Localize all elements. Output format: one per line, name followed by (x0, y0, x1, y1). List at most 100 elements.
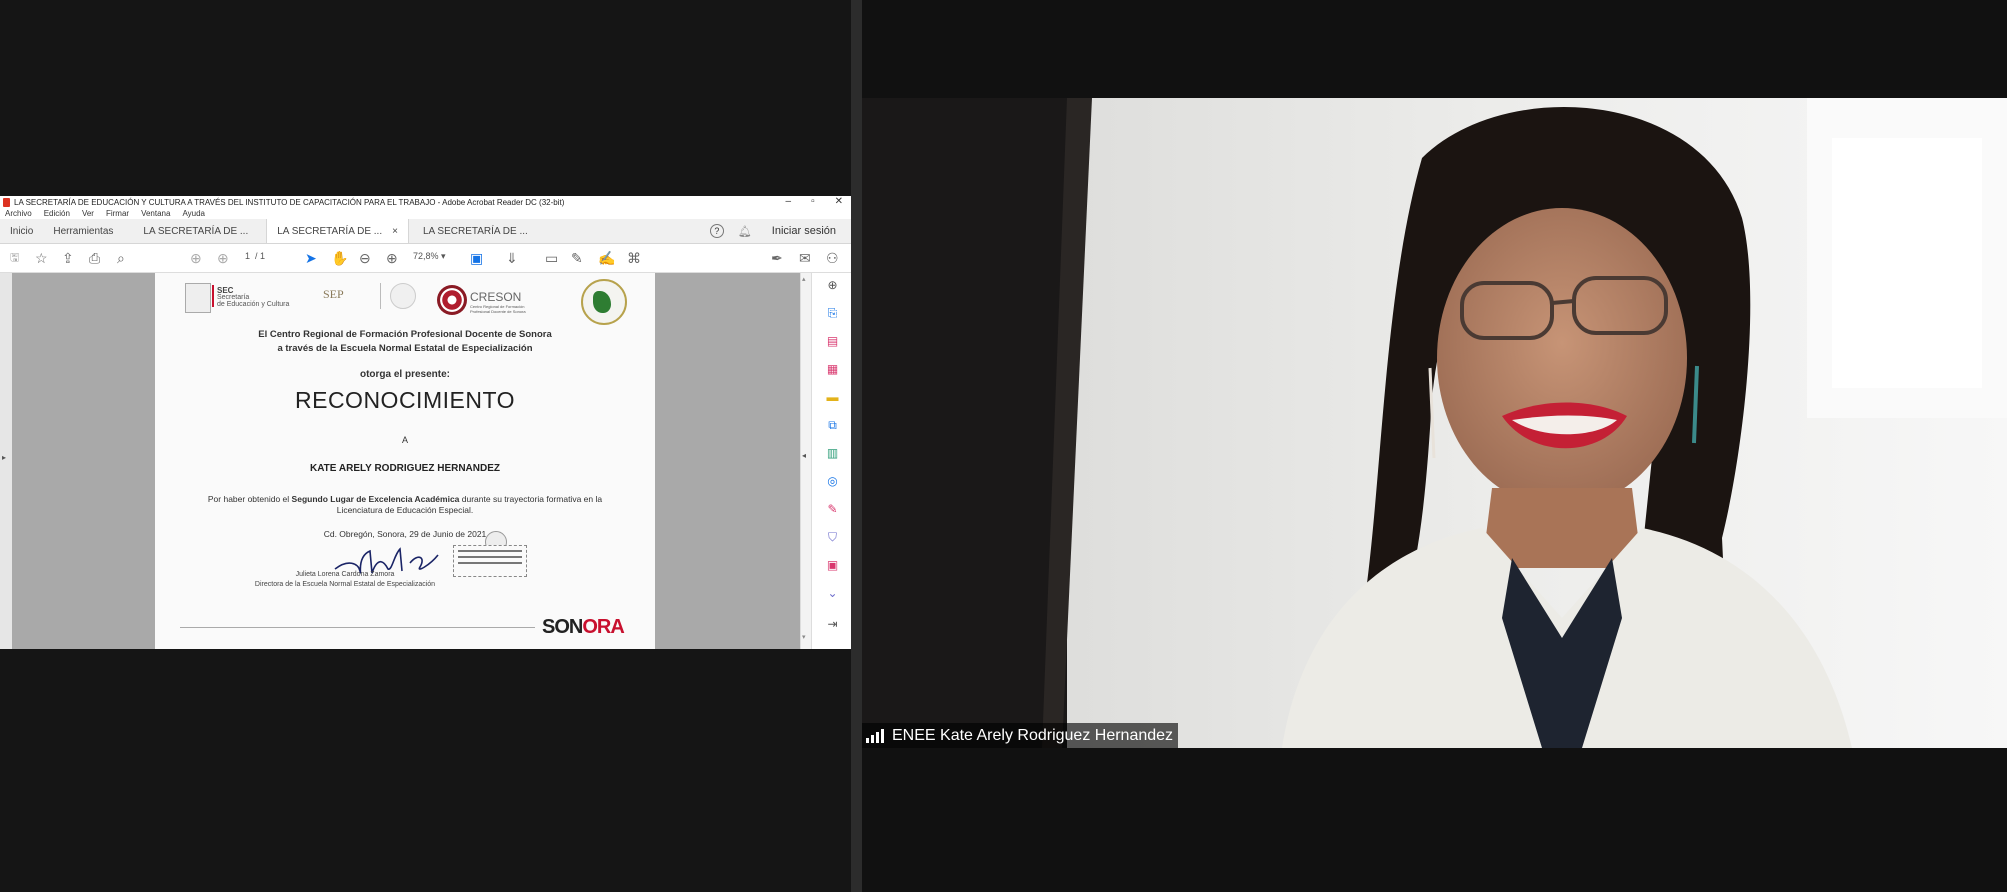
tab-document-1[interactable]: LA SECRETARÍA DE ... (123, 219, 258, 243)
scroll-down-icon[interactable]: ▾ (802, 633, 806, 641)
zoom-out-icon[interactable]: ⊖ (359, 250, 371, 266)
close-tab-icon[interactable]: × (392, 226, 398, 237)
tab-label: Herramientas (53, 225, 114, 237)
draw-icon[interactable]: ✍ (598, 250, 615, 266)
collapse-tools-icon[interactable]: ⇥ (826, 618, 839, 631)
zoom-in-icon[interactable]: ⊕ (386, 250, 398, 266)
tools-pane: ◂ ⊕ ⎘ ▤ ▦ ▬ ⧉ ▥ ◎ ✎ ⛉ ▣ ⌄ ⇥ (802, 273, 852, 649)
tab-herramientas[interactable]: Herramientas (43, 219, 123, 243)
scroll-mode-icon[interactable]: ⇓ (506, 250, 518, 266)
compress-pdf-icon[interactable]: ◎ (826, 475, 839, 488)
issuer-line-2: a través de la Escuela Normal Estatal de… (277, 343, 533, 354)
tab-label: Inicio (10, 225, 34, 237)
tab-label: LA SECRETARÍA DE ... (143, 225, 249, 237)
help-icon[interactable]: ? (709, 224, 724, 238)
tab-inicio[interactable]: Inicio (0, 219, 43, 243)
window-titlebar: LA SECRETARÍA DE EDUCACIÓN Y CULTURA A T… (0, 196, 851, 209)
issuer-line-1: El Centro Regional de Formación Profesio… (258, 329, 552, 340)
select-cursor-icon[interactable]: ➤ (305, 250, 317, 266)
menu-edicion[interactable]: Edición (44, 209, 70, 219)
tab-document-3[interactable]: LA SECRETARÍA DE ... (409, 219, 538, 243)
document-area[interactable]: ▸ SEC Secretaría de Educación y Cultura … (0, 273, 852, 649)
restore-button[interactable]: ▫ (811, 196, 815, 207)
protect-icon[interactable]: ⛉ (826, 531, 839, 544)
tab-bar: Inicio Herramientas LA SECRETARÍA DE ...… (0, 219, 851, 244)
export-pdf-icon[interactable]: ⎘ (826, 307, 839, 320)
organize-pages-icon[interactable]: ▥ (826, 447, 839, 460)
panel-divider[interactable] (851, 0, 862, 892)
page-gutter-right (655, 273, 800, 649)
zoom-level-field[interactable]: 72,8% ▾ (413, 251, 446, 262)
menu-firmar[interactable]: Firmar (106, 209, 129, 219)
share-user-icon[interactable]: ⚇ (826, 250, 839, 266)
recognition-body: Por haber obtenido el Segundo Lugar de E… (155, 494, 655, 504)
sec-accent-line (212, 285, 214, 307)
webcam-image (862, 98, 2007, 748)
logo-separator (380, 283, 381, 309)
upload-icon[interactable]: ⇪ (62, 250, 74, 266)
search-icon[interactable]: ⌕ (117, 250, 125, 266)
participant-name-tag: ENEE Kate Arely Rodriguez Hernandez (862, 723, 1179, 748)
combine-files-icon[interactable]: ⧉ (826, 419, 839, 432)
comment-icon[interactable]: ▭ (545, 250, 558, 266)
close-window-button[interactable]: ✕ (835, 196, 843, 207)
participant-video (862, 98, 2007, 748)
next-page-icon[interactable]: ⊕ (217, 250, 229, 266)
print-icon[interactable]: ⎙ (89, 250, 100, 266)
zoom-value: 72,8% (413, 251, 439, 261)
edit-pdf-icon[interactable]: ▦ (826, 363, 839, 376)
sonora-logo-text: SONORA (542, 616, 625, 638)
certificate-page: SEC Secretaría de Educación y Cultura SE… (155, 273, 655, 649)
page-number-field[interactable]: 1 / 1 (245, 251, 265, 261)
signer-name: Julieta Lorena Cardona Zamora (295, 571, 395, 578)
page-current: 1 (245, 251, 251, 261)
certificate-title: RECONOCIMIENTO (295, 387, 515, 413)
comment-tool-icon[interactable]: ▬ (826, 391, 839, 404)
minimize-button[interactable]: – (786, 196, 792, 207)
signer-role: Directora de la Escuela Normal Estatal d… (254, 581, 436, 588)
menu-archivo[interactable]: Archivo (5, 209, 32, 219)
enee-seal-icon (581, 279, 627, 325)
email-icon[interactable]: ✉ (799, 250, 811, 266)
tab-document-2[interactable]: LA SECRETARÍA DE ... × (266, 219, 409, 243)
window-title: LA SECRETARÍA DE EDUCACIÓN Y CULTURA A T… (14, 198, 565, 207)
prev-page-icon[interactable]: ⊕ (190, 250, 202, 266)
menu-bar: Archivo Edición Ver Firmar Ventana Ayuda (0, 209, 851, 219)
body-post: durante su trayectoria formativa en la (459, 494, 603, 504)
save-icon[interactable]: 🖫︎ (10, 250, 19, 266)
stamp-icon[interactable]: ⌘ (627, 250, 641, 266)
collapse-pane-icon[interactable]: ◂ (802, 451, 806, 460)
create-pdf-icon[interactable]: ▤ (826, 335, 839, 348)
sep-logo: SEP (323, 287, 344, 301)
pdf-app-icon (3, 198, 10, 207)
tab-label: LA SECRETARÍA DE ... (422, 225, 528, 237)
menu-ventana[interactable]: Ventana (141, 209, 170, 219)
scroll-up-icon[interactable]: ▴ (802, 275, 806, 283)
fill-sign-tool-icon[interactable]: ✎ (826, 503, 839, 516)
sec-seal-icon (185, 283, 211, 313)
scan-ocr-icon[interactable]: ▣ (826, 559, 839, 572)
body-bold: Segundo Lugar de Excelencia Académica (291, 494, 460, 504)
sonora-logo: SONORA (542, 616, 625, 639)
participant-video-panel: ENEE Kate Arely Rodriguez Hernandez (862, 0, 2007, 892)
hand-tool-icon[interactable]: ✋ (331, 250, 348, 266)
highlight-icon[interactable]: ✎ (571, 250, 583, 266)
creson-logo-icon (437, 285, 467, 315)
more-tools-icon[interactable]: ⌄ (826, 587, 839, 600)
zoom-tool-icon[interactable]: ⊕ (826, 279, 839, 292)
creson-logo-sub: Centro Regional de Formación Profesional… (470, 304, 526, 314)
a-text: A (401, 435, 408, 445)
fill-sign-icon[interactable]: ✒ (771, 250, 783, 266)
bell-icon[interactable]: 🔔︎ (738, 225, 752, 238)
menu-ver[interactable]: Ver (82, 209, 94, 219)
expand-left-icon[interactable]: ▸ (2, 453, 6, 462)
signin-link[interactable]: Iniciar sesión (772, 225, 836, 237)
star-icon[interactable]: ☆ (35, 250, 48, 266)
logo-row: SEC Secretaría de Educación y Cultura SE… (185, 277, 627, 325)
footer-line (180, 627, 535, 628)
menu-ayuda[interactable]: Ayuda (182, 209, 205, 219)
place-date: Cd. Obregón, Sonora, 29 de Junio de 2021 (323, 529, 487, 539)
page-total: / 1 (255, 251, 266, 261)
otorga-text: otorga el presente: (359, 369, 451, 380)
fit-page-icon[interactable]: ▣ (470, 250, 483, 266)
